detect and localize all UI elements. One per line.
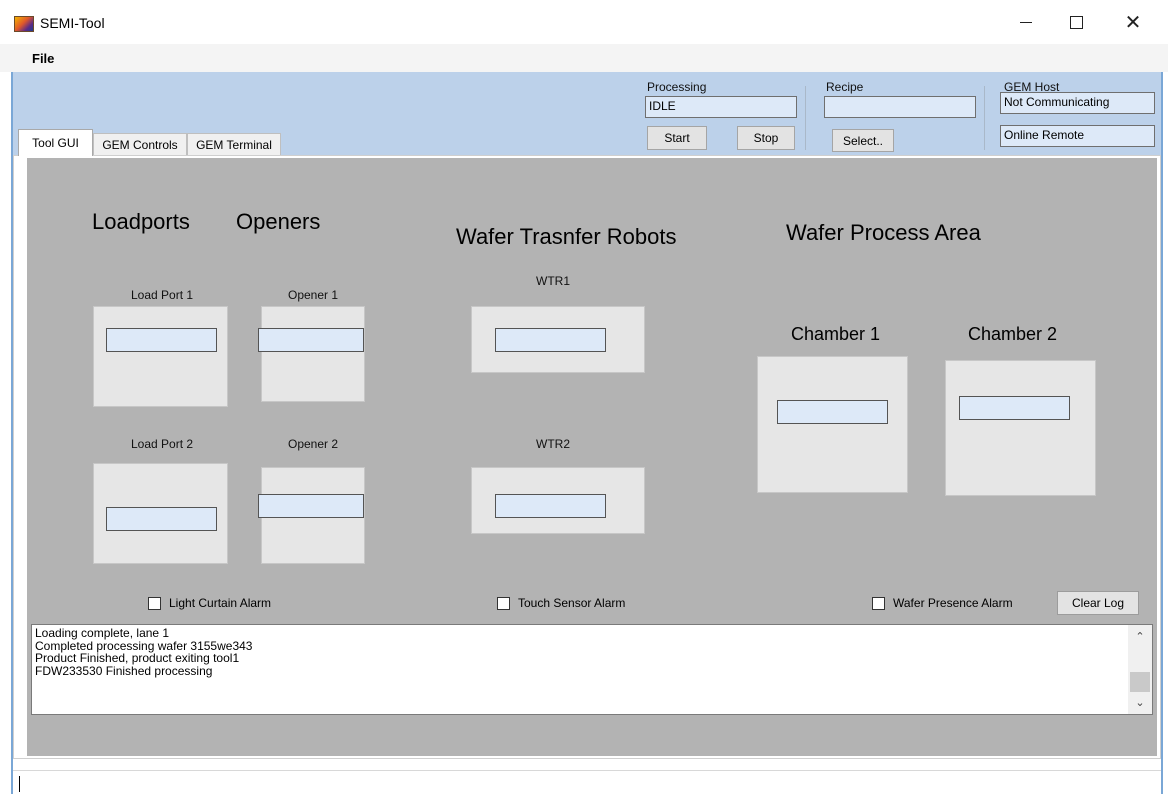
maximize-icon [1069,15,1083,29]
app-icon [14,16,34,32]
window-border-right [1161,72,1163,794]
chamber-1-label: Chamber 1 [791,324,881,344]
minimize-button[interactable] [1003,6,1049,38]
light-curtain-alarm-label: Light Curtain Alarm [169,596,272,610]
load-port-1[interactable] [93,306,228,407]
load-port-2-field [106,507,217,531]
window-title: SEMI-Tool [40,15,105,31]
touch-sensor-alarm-checkbox[interactable]: Touch Sensor Alarm [497,596,625,610]
opener-2-label: Opener 2 [288,437,339,451]
chamber-1[interactable] [757,356,908,493]
scroll-up-icon[interactable]: ⌃ [1131,628,1149,644]
menu-file[interactable]: File [32,51,54,66]
chamber-2-label: Chamber 2 [968,324,1058,344]
gem-communication-field: Not Communicating [1000,92,1155,114]
heading-robots: Wafer Trasnfer Robots [456,224,677,249]
checkbox-box[interactable] [497,596,510,610]
processing-status-field: IDLE [645,96,797,118]
opener-2-field [258,494,364,518]
chamber-2[interactable] [945,360,1096,496]
scroll-down-icon[interactable]: ⌄ [1131,694,1149,710]
heading-process-area: Wafer Process Area [786,220,981,245]
chamber-1-field [777,400,888,424]
log-line: Loading complete, lane 1 [35,626,170,640]
opener-1-field [258,328,364,352]
opener-1-label: Opener 1 [288,288,339,302]
menu-bar [0,44,1168,72]
wtr1-field [495,328,606,352]
close-button[interactable]: ✕ [1110,6,1156,38]
wtr1-label: WTR1 [536,274,570,288]
heading-openers: Openers [236,209,321,234]
recipe-label: Recipe [826,80,864,94]
heading-loadports: Loadports [92,209,190,234]
checkbox-box[interactable] [148,596,161,610]
wafer-presence-alarm-label: Wafer Presence Alarm [893,596,1013,610]
gem-control-state-field: Online Remote [1000,125,1155,147]
wafer-presence-alarm-checkbox[interactable]: Wafer Presence Alarm [872,596,1013,610]
status-caret [19,776,20,792]
clear-log-button[interactable]: Clear Log [1057,591,1139,615]
load-port-2-label: Load Port 2 [131,437,194,451]
close-icon: ✕ [1124,11,1142,34]
tab-tool-gui[interactable]: Tool GUI [18,129,93,156]
recipe-select-button[interactable]: Select.. [832,129,894,152]
light-curtain-alarm-checkbox[interactable]: Light Curtain Alarm [148,596,271,610]
tab-gem-terminal[interactable]: GEM Terminal [187,133,281,155]
load-port-1-field [106,328,217,352]
checkbox-box[interactable] [872,596,885,610]
maximize-button[interactable] [1053,6,1099,38]
log-line: Product Finished, product exiting tool1 [35,651,240,665]
stop-button[interactable]: Stop [737,126,795,150]
wtr2-field [495,494,606,518]
wtr2-label: WTR2 [536,437,570,451]
status-bar [13,770,1161,794]
processing-label: Processing [647,80,707,94]
scroll-thumb[interactable] [1130,672,1150,692]
event-log-lines: Loading complete, lane 1 Completed proce… [35,627,252,677]
opener-1[interactable] [261,306,365,402]
start-button[interactable]: Start [647,126,707,150]
touch-sensor-alarm-label: Touch Sensor Alarm [518,596,626,610]
title-bar [0,0,1168,44]
minimize-icon [1020,21,1032,23]
recipe-field [824,96,976,118]
load-port-1-label: Load Port 1 [131,288,194,302]
chamber-2-field [959,396,1070,420]
log-line: FDW233530 Finished processing [35,663,213,678]
tab-gem-controls[interactable]: GEM Controls [93,133,187,155]
